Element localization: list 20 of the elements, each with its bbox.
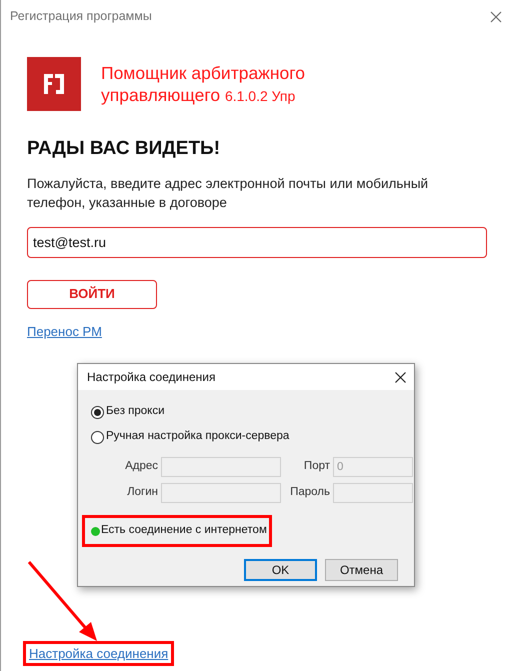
dialog-title: Настройка соединения [87,369,216,386]
field-label: Логин [126,485,159,500]
transfer-link[interactable]: Перенос РМ [27,322,102,341]
dialog-button[interactable]: Отмена [325,559,398,581]
radio-option[interactable]: Без прокси [91,404,400,420]
email-field[interactable]: test@test.ru [27,226,487,258]
dialog-button[interactable]: OK [244,559,317,581]
prompt-text: Пожалуйста, введите адрес электронной почты или мобильный телефон, указанные в договоре [27,174,430,212]
field-label: Пароль [289,485,331,500]
settings-link[interactable]: Настройка соединения [29,645,168,662]
field-label: Адрес [124,459,159,474]
status-text: Есть соединение с интернетом [101,523,267,538]
close-icon[interactable] [395,372,406,382]
heading: РАДЫ ВАС ВИДЕТЬ! [27,137,222,161]
product-title: Помощник арбитражного управляющего 6.1.0.2 Упр [101,62,306,106]
field-label: Порт [302,459,331,474]
logo-icon [27,57,81,111]
login-button[interactable]: ВОЙТИ [27,280,157,308]
window-title: Регистрация программы [10,8,152,26]
radio-option[interactable]: Ручная настройка прокси-сервера [91,429,400,445]
